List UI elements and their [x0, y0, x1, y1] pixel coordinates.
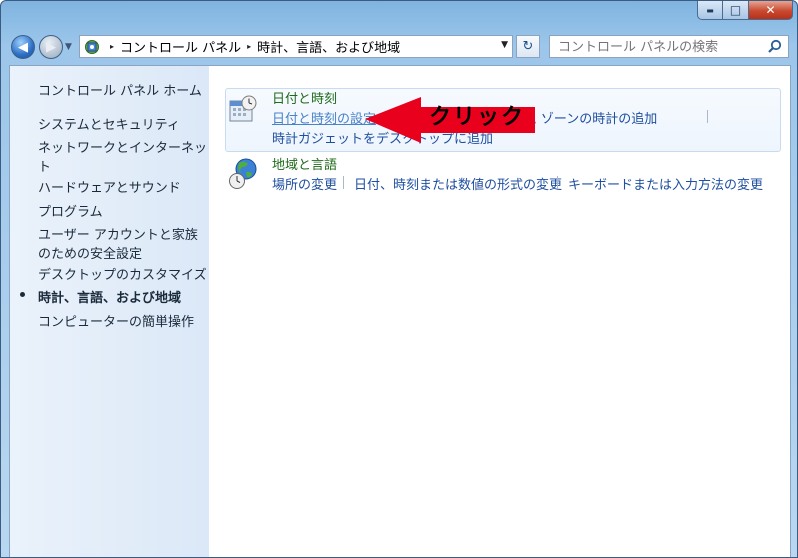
- breadcrumb-separator[interactable]: ▸: [110, 42, 114, 51]
- link-separator: [707, 110, 708, 123]
- sidebar-item-programs[interactable]: プログラム: [38, 203, 208, 222]
- globe-clock-icon: [229, 158, 257, 189]
- window-controls: ▬ □ ✕: [697, 1, 793, 20]
- sidebar-item-ease-of-access[interactable]: コンピューターの簡単操作: [38, 313, 208, 332]
- search-box[interactable]: [549, 35, 789, 58]
- refresh-icon[interactable]: ↻: [516, 35, 540, 58]
- title-bar: ▬ □ ✕: [1, 1, 797, 31]
- sidebar-item-hardware-sound[interactable]: ハードウェアとサウンド: [38, 179, 208, 198]
- click-annotation-label: クリック: [429, 105, 526, 130]
- change-keyboards-link[interactable]: キーボードまたは入力方法の変更: [568, 174, 763, 193]
- change-formats-link[interactable]: 日付、時刻または数値の形式の変更: [354, 174, 562, 193]
- back-button[interactable]: ◀: [11, 35, 35, 59]
- breadcrumb-clock-language-region[interactable]: 時計、言語、および地域: [257, 37, 400, 56]
- datetime-heading[interactable]: 日付と時刻: [272, 88, 337, 107]
- sidebar-item-desktop-customize[interactable]: デスクトップのカスタマイズ: [38, 266, 208, 285]
- sidebar-item-network[interactable]: ネットワークとインターネット: [38, 139, 208, 177]
- sidebar-item-user-accounts[interactable]: ユーザー アカウントと家族のための安全設定: [38, 226, 208, 264]
- sidebar-item-system-security[interactable]: システムとセキュリティ: [38, 116, 208, 135]
- region-language-heading[interactable]: 地域と言語: [272, 154, 337, 173]
- sidebar: コントロール パネル ホーム システムとセキュリティ ネットワークとインターネッ…: [10, 66, 209, 557]
- search-input[interactable]: [556, 37, 765, 58]
- window: ▬ □ ✕ ◀ ▶ ▼ ▸ コントロール パネル ▸ 時計、言語、および地域 ▼…: [0, 0, 798, 558]
- address-dropdown-arrow[interactable]: ▼: [501, 40, 508, 50]
- sidebar-item-clock-language-region[interactable]: 時計、言語、および地域: [38, 289, 208, 308]
- breadcrumb-control-panel[interactable]: コントロール パネル: [120, 37, 241, 56]
- minimize-button[interactable]: ▬: [697, 1, 723, 20]
- control-panel-icon: [85, 39, 99, 54]
- link-separator: [343, 176, 344, 189]
- calendar-clock-icon: [229, 95, 257, 122]
- maximize-button[interactable]: □: [723, 1, 749, 20]
- breadcrumb-separator[interactable]: ▸: [247, 42, 251, 51]
- navigation-bar: ◀ ▶ ▼ ▸ コントロール パネル ▸ 時計、言語、および地域 ▼ ↻: [1, 31, 797, 63]
- address-bar[interactable]: ▸ コントロール パネル ▸ 時計、言語、および地域 ▼: [79, 35, 513, 58]
- datetime-settings-link[interactable]: 日付と時刻の設定: [272, 108, 376, 127]
- recent-pages-dropdown[interactable]: ▼: [65, 42, 72, 52]
- forward-button[interactable]: ▶: [39, 35, 63, 59]
- search-icon[interactable]: [767, 39, 782, 54]
- current-item-bullet: [20, 292, 25, 297]
- change-location-link[interactable]: 場所の変更: [272, 174, 337, 193]
- link-separator: [557, 176, 558, 189]
- sidebar-home-link[interactable]: コントロール パネル ホーム: [38, 82, 208, 101]
- close-button[interactable]: ✕: [749, 1, 793, 20]
